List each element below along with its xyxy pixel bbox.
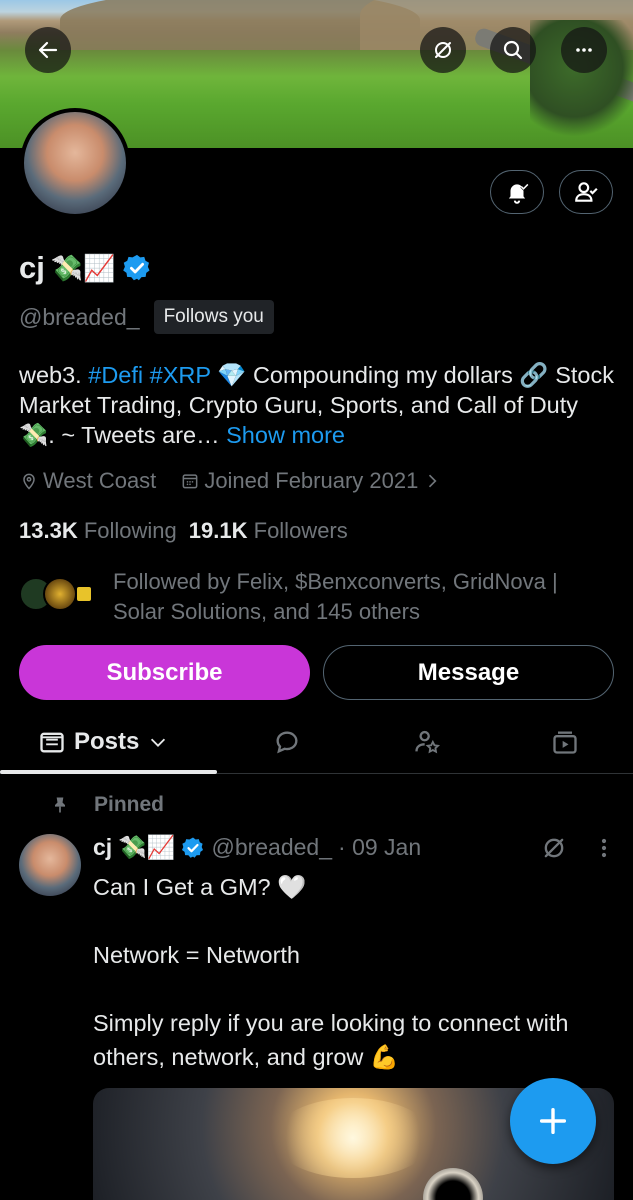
grok-button[interactable] <box>420 27 466 73</box>
tab-media[interactable] <box>550 712 580 772</box>
grok-icon <box>435 42 451 58</box>
profile-bio: web3. #Defi #XRP 💎 Compounding my dollar… <box>19 360 619 450</box>
followers-count: 19.1K <box>188 518 248 543</box>
follows-you-badge: Follows you <box>153 300 274 334</box>
avatar <box>75 585 93 603</box>
tab-highlights[interactable] <box>412 712 442 772</box>
compose-plus-icon <box>539 1107 567 1135</box>
tab-posts-label: Posts <box>74 728 140 755</box>
followers-you-know-avatars <box>19 577 95 617</box>
image-orb <box>423 1168 483 1200</box>
pinned-text: Pinned <box>94 793 165 816</box>
chevron-right-icon <box>429 474 437 488</box>
media-icon <box>553 731 577 754</box>
chevron-down-icon <box>151 738 166 747</box>
following-button[interactable] <box>559 170 613 214</box>
subscribe-button[interactable]: Subscribe <box>19 645 310 700</box>
following-user-icon <box>575 182 598 202</box>
profile-name-row: cj 💸📈 <box>19 250 152 286</box>
following-count: 13.3K <box>19 518 78 543</box>
more-icon <box>576 48 592 52</box>
location-icon <box>23 473 35 490</box>
post-date[interactable]: · 09 Jan <box>338 834 421 861</box>
profile-name: cj <box>19 250 45 285</box>
location: West Coast <box>19 468 156 494</box>
search-icon <box>503 40 523 60</box>
tab-replies[interactable] <box>272 712 302 772</box>
more-icon[interactable] <box>596 834 612 862</box>
pin-icon <box>55 797 65 813</box>
more-button[interactable] <box>561 27 607 73</box>
handle-row: @breaded_ Follows you <box>19 300 274 334</box>
following-stat[interactable]: 13.3K Following <box>19 518 177 544</box>
profile-meta: West Coast Joined February 2021 <box>19 468 442 494</box>
posts-icon <box>40 732 64 753</box>
notification-bell-icon <box>508 183 529 204</box>
followed-by[interactable]: Followed by Felix, $Benxconverts, GridNo… <box>19 567 613 627</box>
joined-text: Joined February 2021 <box>204 468 419 493</box>
pinned-label: Pinned <box>50 793 164 817</box>
profile-tabs: Posts <box>0 712 633 774</box>
post-actions <box>540 834 612 862</box>
bio-text: web3. <box>19 362 89 388</box>
back-arrow-icon <box>38 41 58 59</box>
back-button[interactable] <box>25 27 71 73</box>
grok-icon[interactable] <box>540 834 568 862</box>
message-button[interactable]: Message <box>323 645 614 700</box>
avatar <box>43 577 77 611</box>
calendar-icon <box>182 474 198 489</box>
followed-by-text: Followed by Felix, $Benxconverts, GridNo… <box>113 569 558 624</box>
image-glow <box>273 1098 433 1178</box>
location-text: West Coast <box>43 468 157 493</box>
hashtag-xrp[interactable]: #XRP <box>150 362 211 388</box>
following-label: Following <box>83 518 177 543</box>
followers-stat[interactable]: 19.1K Followers <box>189 518 348 544</box>
hashtag-defi[interactable]: #Defi <box>88 362 143 388</box>
verified-badge-icon[interactable] <box>122 253 152 283</box>
highlights-icon <box>415 730 441 754</box>
post-author-handle[interactable]: @breaded_ <box>211 834 332 861</box>
replies-icon <box>276 731 298 754</box>
compose-button[interactable] <box>510 1078 596 1164</box>
post-header: cj 💸📈 @breaded_ · 09 Jan <box>93 834 421 861</box>
followers-label: Followers <box>253 518 348 543</box>
search-button[interactable] <box>490 27 536 73</box>
post-author-name[interactable]: cj <box>93 834 112 861</box>
active-tab-indicator <box>0 770 217 774</box>
tab-posts[interactable]: Posts <box>38 712 169 772</box>
post-author-avatar[interactable] <box>19 834 81 896</box>
post-text: Can I Get a GM? 🤍 Network = Networth Sim… <box>93 874 569 1070</box>
notifications-button[interactable] <box>490 170 544 214</box>
post-author-emoji: 💸📈 <box>118 834 176 860</box>
joined-date[interactable]: Joined February 2021 <box>180 468 442 494</box>
profile-handle: @breaded_ <box>19 303 140 330</box>
verified-badge-icon[interactable] <box>181 836 205 860</box>
profile-name-emoji: 💸📈 <box>50 252 116 283</box>
show-more-link[interactable]: Show more <box>226 422 345 448</box>
follow-stats: 13.3K Following 19.1K Followers <box>19 518 348 544</box>
profile-avatar[interactable] <box>20 108 130 218</box>
